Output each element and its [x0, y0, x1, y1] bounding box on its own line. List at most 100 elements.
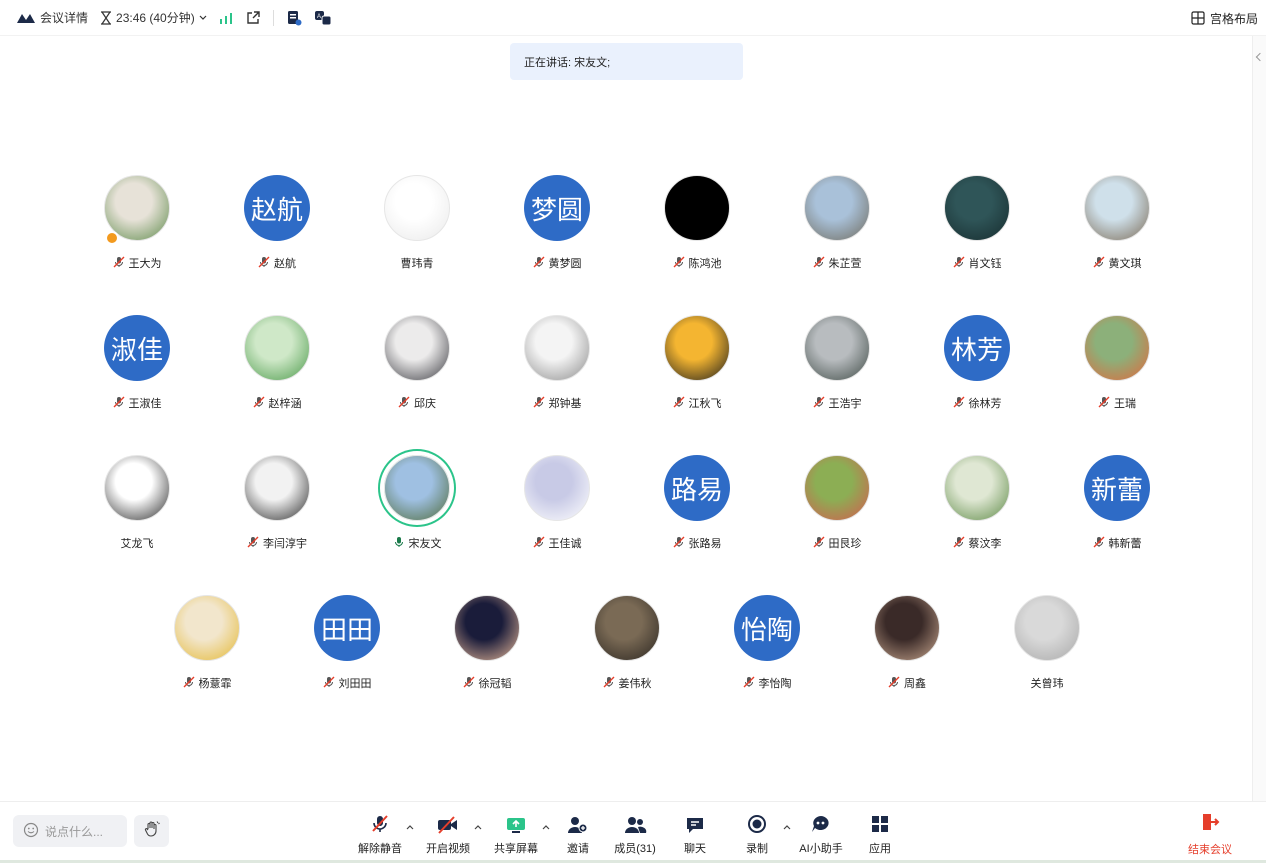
mic-active-icon — [393, 536, 405, 551]
toolbar-button-camera-off[interactable]: 开启视频 — [413, 812, 483, 856]
participant-tile[interactable]: 王大为 — [77, 175, 197, 285]
participant-tile[interactable]: 朱芷萱 — [777, 175, 897, 285]
participant-name-row: 蔡汶李 — [953, 535, 1002, 551]
participant-tile[interactable]: 蔡汶李 — [917, 455, 1037, 565]
participant-avatar — [244, 315, 310, 381]
participant-avatar: 梦圆 — [524, 175, 590, 241]
participant-tile[interactable]: 关曾玮 — [987, 595, 1107, 705]
participant-tile[interactable]: 邱庆 — [357, 315, 477, 425]
toolbar-button-label: 应用 — [869, 843, 891, 855]
participant-tile[interactable]: 江秋飞 — [637, 315, 757, 425]
participant-avatar — [454, 595, 520, 661]
layout-switch-button[interactable]: 宫格布局 — [1191, 0, 1258, 36]
participant-name-row: 杨薏霏 — [183, 675, 232, 691]
participant-tile[interactable]: 淑佳 王淑佳 — [77, 315, 197, 425]
logo-icon — [16, 12, 36, 24]
side-panel-collapsed[interactable] — [1252, 36, 1266, 801]
participant-tile[interactable]: 王瑞 — [1057, 315, 1177, 425]
toolbar-button-record[interactable]: 录制 — [722, 812, 792, 856]
participant-avatar — [1084, 175, 1150, 241]
participant-tile[interactable]: 怡陶 李怡陶 — [707, 595, 827, 705]
participant-tile[interactable]: 郑钟基 — [497, 315, 617, 425]
participant-tile[interactable]: 路易张路易 — [637, 455, 757, 565]
signal-bars-icon — [219, 12, 233, 24]
participant-avatar: 赵航 — [244, 175, 310, 241]
participant-name-row: 李闫淳宇 — [247, 535, 307, 551]
participant-name: 黄梦圆 — [548, 258, 582, 270]
toolbar-button-label: 邀请 — [567, 843, 589, 855]
toolbar-button-share-screen[interactable]: 共享屏幕 — [481, 812, 551, 856]
translate-button[interactable]: A — [314, 10, 332, 26]
participant-tile[interactable]: 陈鸿池 — [637, 175, 757, 285]
participant-name-row: 王佳诚 — [533, 535, 582, 551]
participant-tile[interactable]: 新蕾 韩新蕾 — [1057, 455, 1177, 565]
toolbar-divider — [272, 9, 274, 26]
avatar-initials: 路易 — [670, 475, 723, 506]
participant-name-row: 黄文琪 — [1093, 255, 1142, 271]
participant-name: 姜伟秋 — [618, 678, 652, 690]
participant-name-row: 郑钟基 — [533, 395, 582, 411]
participant-name: 蔡汶李 — [968, 538, 1002, 550]
participant-tile[interactable]: 艾龙飞 — [77, 455, 197, 565]
participant-name-row: 邱庆 — [398, 395, 436, 411]
participant-tile[interactable]: 周鑫 — [847, 595, 967, 705]
participant-avatar — [384, 315, 450, 381]
mic-muted-icon — [253, 396, 265, 411]
participant-name-row: 李怡陶 — [743, 675, 792, 691]
participant-tile[interactable]: 赵梓涵 — [217, 315, 337, 425]
end-meeting-button[interactable]: 结束会议 — [1188, 812, 1232, 857]
meeting-details-button[interactable]: 会议详情 — [16, 9, 88, 26]
participant-tile[interactable]: 肖文钰 — [917, 175, 1037, 285]
participant-avatar — [384, 455, 450, 521]
participant-tile[interactable]: 林芳 徐林芳 — [917, 315, 1037, 425]
participant-tile[interactable]: 杨薏霏 — [147, 595, 267, 705]
participant-tile[interactable]: 王浩宇 — [777, 315, 897, 425]
participant-tile[interactable]: 曹玮青 — [357, 175, 477, 285]
participant-tile[interactable]: 宋友文 — [357, 455, 477, 565]
participant-name: 张路易 — [688, 538, 722, 550]
participant-name: 刘田田 — [338, 678, 372, 690]
raise-hand-button[interactable] — [134, 815, 169, 847]
mic-muted-icon — [183, 676, 195, 691]
participant-name-row: 宋友文 — [393, 535, 442, 551]
mic-muted-icon — [463, 676, 475, 691]
mic-muted-icon — [673, 396, 685, 411]
participant-tile[interactable]: 姜伟秋 — [567, 595, 687, 705]
participant-name: 江秋飞 — [688, 398, 722, 410]
participant-tile[interactable]: 田艮珍 — [777, 455, 897, 565]
participant-tile[interactable]: 徐冠韬 — [427, 595, 547, 705]
participant-name: 宋友文 — [408, 538, 442, 550]
document-button[interactable] — [286, 10, 302, 26]
participant-tile[interactable]: 梦圆黄梦圆 — [497, 175, 617, 285]
participant-avatar — [1014, 595, 1080, 661]
toolbar-button-chat[interactable]: 聊天 — [660, 812, 730, 856]
active-speaker-banner: 正在讲话: 宋友文; — [510, 43, 743, 80]
participant-tile[interactable]: 田田刘田田 — [287, 595, 407, 705]
participant-name: 徐林芳 — [968, 398, 1002, 410]
meeting-timer[interactable]: 23:46 (40分钟) — [100, 9, 207, 26]
end-meeting-icon — [1200, 812, 1220, 835]
participant-avatar: 田田 — [314, 595, 380, 661]
network-signal[interactable] — [219, 12, 233, 24]
mic-muted-icon — [370, 812, 390, 834]
mic-muted-icon — [1093, 536, 1105, 551]
participant-avatar: 新蕾 — [1084, 455, 1150, 521]
participant-avatar — [1084, 315, 1150, 381]
participant-name-row: 王淑佳 — [113, 395, 162, 411]
mic-muted-icon — [113, 256, 125, 271]
quick-chat-input[interactable]: 说点什么... — [13, 815, 127, 847]
participant-name: 杨薏霏 — [198, 678, 232, 690]
external-link-icon — [245, 10, 261, 26]
toolbar-button-apps[interactable]: 应用 — [845, 812, 915, 856]
participant-tile[interactable]: 王佳诚 — [497, 455, 617, 565]
participant-tile[interactable]: 李闫淳宇 — [217, 455, 337, 565]
bottom-toolbar: 说点什么... 解除静音 开启视频 共享屏幕 邀请 成员(31) 聊天 录制 AI小助手 应用 … — [0, 801, 1266, 863]
popout-button[interactable] — [245, 10, 261, 26]
toolbar-button-label: 成员(31) — [614, 843, 656, 855]
toolbar-button-mic-muted[interactable]: 解除静音 — [345, 812, 415, 856]
participant-tile[interactable]: 黄文琪 — [1057, 175, 1177, 285]
chevron-down-icon — [199, 15, 207, 21]
participant-avatar — [804, 455, 870, 521]
members-icon — [623, 812, 647, 834]
participant-tile[interactable]: 赵航 赵航 — [217, 175, 337, 285]
